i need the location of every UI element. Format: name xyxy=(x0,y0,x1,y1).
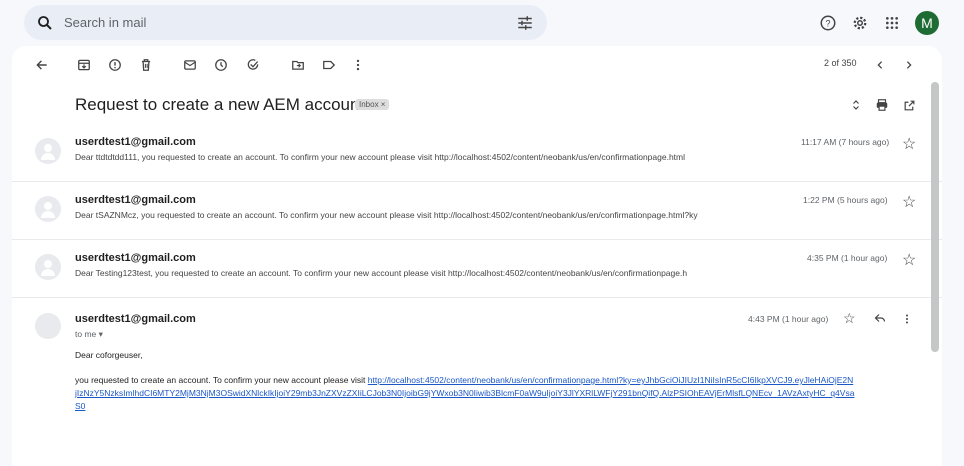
message-time: 11:17 AM (7 hours ago) xyxy=(801,137,890,147)
mark-unread-icon[interactable] xyxy=(181,56,199,74)
expanded-message: userdtest1@gmail.com to me ▾ 4:43 PM (1 … xyxy=(12,298,942,466)
account-avatar[interactable]: M xyxy=(915,11,939,35)
star-icon[interactable]: ☆ xyxy=(902,134,916,154)
settings-gear-icon[interactable] xyxy=(849,12,871,34)
message-body-text: you requested to create an account. To c… xyxy=(75,375,368,385)
message-snippet: Dear tSAZNMcz, you requested to create a… xyxy=(75,210,698,220)
message-time: 4:43 PM (1 hour ago) xyxy=(748,314,829,324)
top-bar: Search in mail ? M xyxy=(0,0,964,46)
print-icon[interactable] xyxy=(873,96,891,114)
search-input[interactable]: Search in mail xyxy=(64,15,146,30)
mail-panel: 2 of 350 Request to create a new AEM acc… xyxy=(12,46,942,466)
back-arrow-icon[interactable] xyxy=(33,56,51,74)
search-icon[interactable] xyxy=(36,14,54,32)
sender-email: userdtest1@gmail.com xyxy=(75,252,196,264)
message-snippet: Dear ttdtdtdd111, you requested to creat… xyxy=(75,152,686,162)
thread-subject: Request to create a new AEM account xyxy=(75,95,365,114)
message-time: 4:35 PM (1 hour ago) xyxy=(807,253,888,263)
label-tag-icon[interactable] xyxy=(320,56,338,74)
report-spam-icon[interactable] xyxy=(106,56,124,74)
collapsed-message[interactable]: userdtest1@gmail.com Dear Testing123test… xyxy=(12,240,942,298)
pagination-count: 2 of 350 xyxy=(824,58,857,68)
sender-email: userdtest1@gmail.com xyxy=(75,194,196,206)
reply-icon[interactable] xyxy=(873,311,887,327)
expand-all-icon[interactable] xyxy=(847,96,865,114)
newer-chevron-left-icon[interactable] xyxy=(871,56,889,74)
sender-email: userdtest1@gmail.com xyxy=(75,313,196,325)
inbox-label-chip[interactable]: Inbox × xyxy=(355,99,390,110)
snooze-clock-icon[interactable] xyxy=(212,56,230,74)
message-body: you requested to create an account. To c… xyxy=(75,374,855,413)
move-to-folder-icon[interactable] xyxy=(289,56,307,74)
search-bar[interactable]: Search in mail xyxy=(24,5,547,40)
star-icon[interactable]: ☆ xyxy=(902,192,916,212)
sender-avatar xyxy=(35,254,61,280)
add-to-tasks-icon[interactable] xyxy=(244,56,262,74)
message-greeting: Dear coforgeuser, xyxy=(75,350,143,360)
archive-icon[interactable] xyxy=(75,56,93,74)
collapsed-message[interactable]: userdtest1@gmail.com Dear ttdtdtdd111, y… xyxy=(12,124,942,182)
sender-avatar xyxy=(35,313,61,339)
message-more-options-icon[interactable] xyxy=(905,312,909,328)
delete-trash-icon[interactable] xyxy=(137,56,155,74)
help-icon[interactable]: ? xyxy=(817,12,839,34)
message-snippet: Dear Testing123test, you requested to cr… xyxy=(75,268,688,278)
apps-grid-icon[interactable] xyxy=(881,12,903,34)
message-time: 1:22 PM (5 hours ago) xyxy=(803,195,888,205)
sender-email: userdtest1@gmail.com xyxy=(75,136,196,148)
scrollbar-thumb[interactable] xyxy=(931,82,939,352)
star-icon[interactable]: ☆ xyxy=(843,310,856,327)
collapsed-message[interactable]: userdtest1@gmail.com Dear tSAZNMcz, you … xyxy=(12,182,942,240)
recipient-details-toggle[interactable]: to me ▾ xyxy=(75,329,103,340)
star-icon[interactable]: ☆ xyxy=(902,250,916,270)
filter-options-icon[interactable] xyxy=(516,14,534,32)
more-options-icon[interactable] xyxy=(349,56,367,74)
sender-avatar xyxy=(35,138,61,164)
svg-text:?: ? xyxy=(825,18,830,28)
older-chevron-right-icon[interactable] xyxy=(900,56,918,74)
open-new-window-icon[interactable] xyxy=(900,96,918,114)
sender-avatar xyxy=(35,196,61,222)
